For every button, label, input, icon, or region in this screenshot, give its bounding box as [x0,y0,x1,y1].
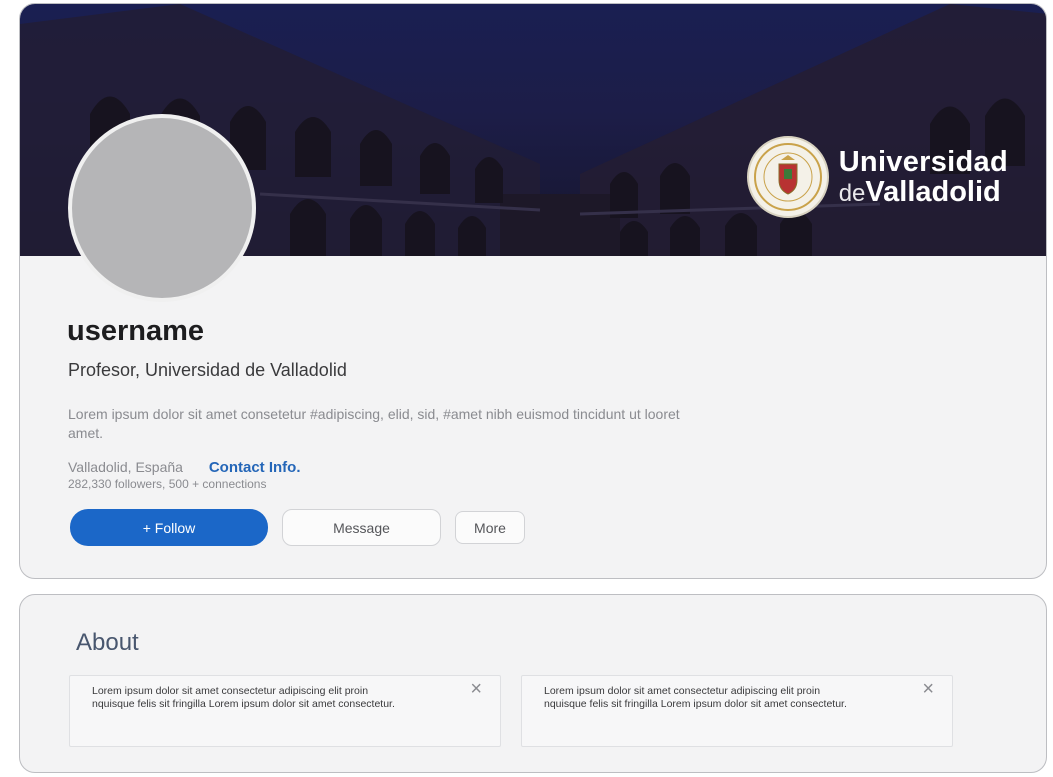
logo-de: de [838,180,866,207]
avatar[interactable] [68,114,256,302]
profile-card: Universidad deValladolid username Profes… [19,3,1047,579]
about-item: Lorem ipsum dolor sit amet consectetur a… [521,675,953,747]
about-item-text: Lorem ipsum dolor sit amet consectetur a… [92,685,395,710]
about-item: Lorem ipsum dolor sit amet consectetur a… [69,675,501,747]
contact-info-link[interactable]: Contact Info. [209,459,301,476]
profile-stats: 282,330 followers, 500 + connections [68,477,267,491]
profile-headline: Profesor, Universidad de Valladolid [68,360,347,380]
follow-button[interactable]: + Follow [70,509,268,546]
about-card: About Lorem ipsum dolor sit amet consect… [19,594,1047,773]
profile-bio: Lorem ipsum dolor sit amet consetetur #a… [68,406,680,441]
university-seal-icon [746,136,829,218]
about-item-text: Lorem ipsum dolor sit amet consectetur a… [544,685,847,710]
about-title: About [76,629,139,656]
university-wordmark: Universidad deValladolid [838,145,1008,208]
location-row: Valladolid, España Contact Info. [68,459,300,476]
university-logo: Universidad deValladolid [746,136,1008,218]
logo-line-valladolid: deValladolid [839,177,1008,207]
message-button[interactable]: Message [282,509,441,546]
profile-username: username [67,315,205,347]
close-icon[interactable]: × [922,678,934,700]
more-button[interactable]: More [455,511,525,544]
profile-location: Valladolid, España [68,459,183,475]
logo-valladolid: Valladolid [865,176,1001,208]
close-icon[interactable]: × [470,678,482,700]
logo-line-universidad: Universidad [838,145,1008,178]
